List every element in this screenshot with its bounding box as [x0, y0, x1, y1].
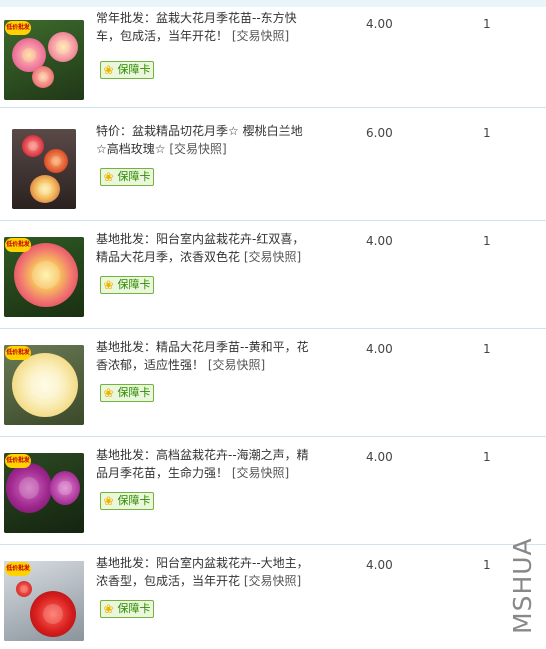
- promo-badge: 低价批发: [5, 238, 31, 252]
- item-quantity: 1: [483, 17, 491, 31]
- watermark-text: MSHUA: [508, 537, 537, 635]
- flower-icon: ❀: [103, 386, 114, 400]
- product-thumbnail[interactable]: 低价批发: [4, 237, 84, 317]
- item-price: 4.00: [366, 234, 393, 248]
- snapshot-link[interactable]: [交易快照]: [208, 358, 265, 372]
- guarantee-card-badge[interactable]: ❀ 保障卡: [100, 384, 154, 402]
- product-title[interactable]: 基地批发：阳台室内盆栽花卉-红双喜，精品大花月季，浓香双色花 [交易快照]: [96, 231, 312, 266]
- guarantee-card-badge[interactable]: ❀ 保障卡: [100, 492, 154, 510]
- guarantee-label: 保障卡: [117, 602, 151, 615]
- order-item-row: 低价批发 基地批发：精品大花月季苗--黄和平，花香浓郁，适应性强！ [交易快照]…: [0, 329, 546, 437]
- product-thumbnail[interactable]: [12, 129, 76, 209]
- item-price: 4.00: [366, 558, 393, 572]
- promo-badge: 低价批发: [5, 346, 31, 360]
- flower-icon: ❀: [103, 170, 114, 184]
- item-price: 4.00: [366, 17, 393, 31]
- guarantee-label: 保障卡: [117, 63, 151, 76]
- item-quantity: 1: [483, 450, 491, 464]
- order-item-row: 低价批发 常年批发：盆栽大花月季花苗--东方快车，包成活，当年开花！ [交易快照…: [0, 0, 546, 108]
- product-thumbnail[interactable]: 低价批发: [4, 561, 84, 641]
- guarantee-card-badge[interactable]: ❀ 保障卡: [100, 61, 154, 79]
- flower-icon: ❀: [103, 494, 114, 508]
- item-quantity: 1: [483, 342, 491, 356]
- item-price: 4.00: [366, 342, 393, 356]
- guarantee-card-badge[interactable]: ❀ 保障卡: [100, 168, 154, 186]
- snapshot-link[interactable]: [交易快照]: [169, 142, 226, 156]
- order-item-row: 低价批发 基地批发：阳台室内盆栽花卉-红双喜，精品大花月季，浓香双色花 [交易快…: [0, 221, 546, 329]
- snapshot-link[interactable]: [交易快照]: [232, 29, 289, 43]
- order-item-row: 低价批发 基地批发：高档盆栽花卉--海潮之声，精品月季花苗，生命力强！ [交易快…: [0, 437, 546, 545]
- snapshot-link[interactable]: [交易快照]: [244, 250, 301, 264]
- product-thumbnail[interactable]: 低价批发: [4, 20, 84, 100]
- promo-badge: 低价批发: [5, 454, 31, 468]
- item-quantity: 1: [483, 126, 491, 140]
- item-quantity: 1: [483, 558, 491, 572]
- snapshot-link[interactable]: [交易快照]: [232, 466, 289, 480]
- item-quantity: 1: [483, 234, 491, 248]
- order-item-row: 特价：盆栽精品切花月季☆ 樱桃白兰地☆高档玫瑰☆ [交易快照] ❀ 保障卡 6.…: [0, 113, 546, 221]
- order-item-row: 低价批发 基地批发：阳台室内盆栽花卉--大地主，浓香型，包成活，当年开花 [交易…: [0, 545, 546, 649]
- snapshot-link[interactable]: [交易快照]: [244, 574, 301, 588]
- item-price: 6.00: [366, 126, 393, 140]
- product-title-text[interactable]: 基地批发：精品大花月季苗--黄和平，花香浓郁，适应性强！: [96, 340, 309, 372]
- product-title[interactable]: 基地批发：阳台室内盆栽花卉--大地主，浓香型，包成活，当年开花 [交易快照]: [96, 555, 312, 590]
- product-thumbnail[interactable]: 低价批发: [4, 453, 84, 533]
- flower-icon: ❀: [103, 602, 114, 616]
- product-title[interactable]: 特价：盆栽精品切花月季☆ 樱桃白兰地☆高档玫瑰☆ [交易快照]: [96, 123, 312, 158]
- guarantee-label: 保障卡: [117, 278, 151, 291]
- guarantee-card-badge[interactable]: ❀ 保障卡: [100, 600, 154, 618]
- product-title[interactable]: 基地批发：高档盆栽花卉--海潮之声，精品月季花苗，生命力强！ [交易快照]: [96, 447, 312, 482]
- promo-badge: 低价批发: [5, 21, 31, 35]
- item-price: 4.00: [366, 450, 393, 464]
- guarantee-label: 保障卡: [117, 386, 151, 399]
- guarantee-label: 保障卡: [117, 170, 151, 183]
- row-divider: [0, 107, 546, 108]
- guarantee-card-badge[interactable]: ❀ 保障卡: [100, 276, 154, 294]
- guarantee-label: 保障卡: [117, 494, 151, 507]
- flower-icon: ❀: [103, 278, 114, 292]
- product-title[interactable]: 常年批发：盆栽大花月季花苗--东方快车，包成活，当年开花！ [交易快照]: [96, 10, 312, 45]
- product-title[interactable]: 基地批发：精品大花月季苗--黄和平，花香浓郁，适应性强！ [交易快照]: [96, 339, 312, 374]
- promo-badge: 低价批发: [5, 562, 31, 576]
- flower-icon: ❀: [103, 63, 114, 77]
- product-thumbnail[interactable]: 低价批发: [4, 345, 84, 425]
